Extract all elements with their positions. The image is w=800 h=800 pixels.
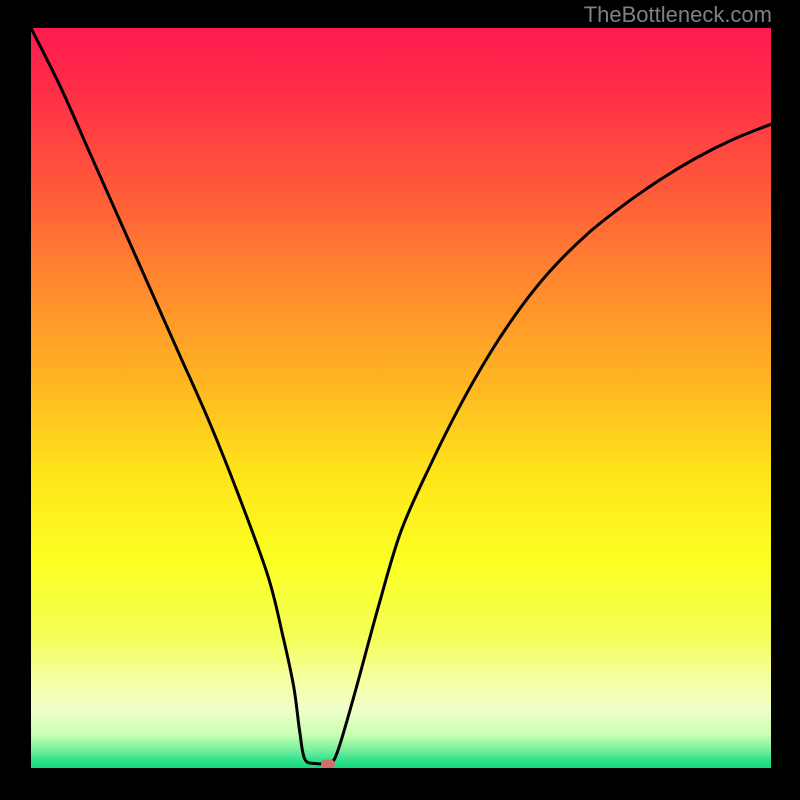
curve-layer — [31, 28, 771, 768]
chart-container: TheBottleneck.com — [0, 0, 800, 800]
minimum-marker — [321, 759, 335, 768]
bottleneck-curve — [31, 28, 771, 764]
watermark-text: TheBottleneck.com — [584, 2, 772, 28]
plot-area — [31, 28, 771, 768]
